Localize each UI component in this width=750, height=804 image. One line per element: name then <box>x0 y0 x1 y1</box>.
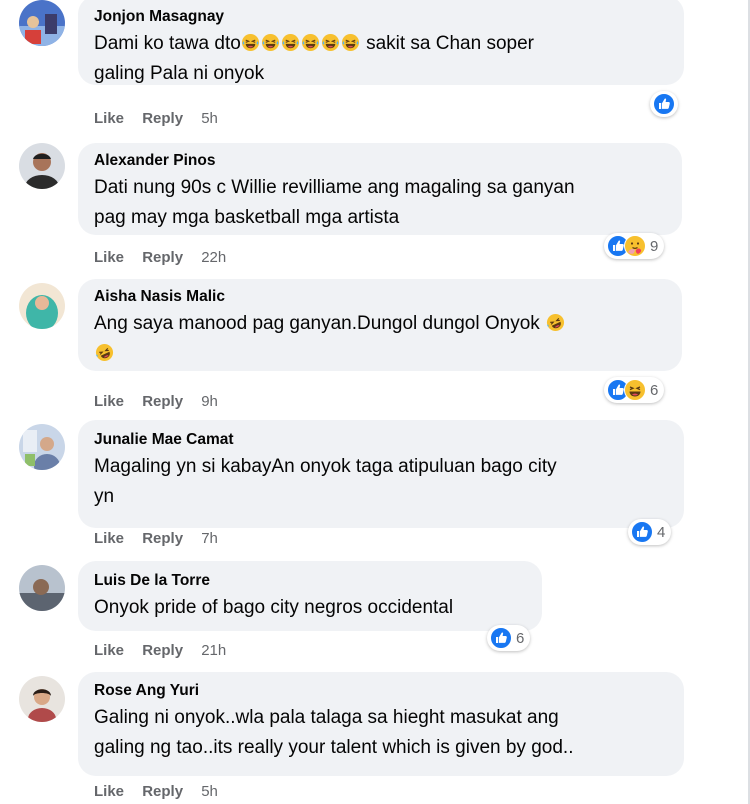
comment-author[interactable]: Luis De la Torre <box>94 571 528 591</box>
reply-button[interactable]: Reply <box>142 642 183 659</box>
comment-actions: Like Reply 22h <box>94 249 240 266</box>
comment-timestamp[interactable]: 9h <box>201 393 218 410</box>
comment-text: Dati nung 90s c Willie revilliame ang ma… <box>94 177 575 228</box>
haha-reaction-icon <box>624 379 646 401</box>
like-reaction-icon <box>490 627 512 649</box>
avatar[interactable] <box>19 143 65 189</box>
comment-actions: Like Reply 5h <box>94 783 232 800</box>
care-reaction-icon <box>624 235 646 257</box>
comment-actions: Like Reply 21h <box>94 642 240 659</box>
reaction-summary[interactable] <box>650 91 678 117</box>
reply-button[interactable]: Reply <box>142 783 183 800</box>
rolling-laughing-emoji-icon <box>546 313 565 332</box>
reply-button[interactable]: Reply <box>142 110 183 127</box>
laughing-emoji-icon <box>281 33 300 52</box>
reaction-count: 9 <box>650 237 659 255</box>
comment-text: Onyok pride of bago city negros occident… <box>94 597 454 618</box>
comment-timestamp[interactable]: 7h <box>201 530 218 547</box>
avatar[interactable] <box>19 676 65 722</box>
laughing-emoji-icon <box>341 33 360 52</box>
comment-timestamp[interactable]: 22h <box>201 249 226 266</box>
like-button[interactable]: Like <box>94 249 124 266</box>
comment-text: Ang saya manood pag ganyan.Dungol dungol… <box>94 309 668 369</box>
comment-author[interactable]: Rose Ang Yuri <box>94 681 670 701</box>
like-button[interactable]: Like <box>94 393 124 410</box>
comment-actions: Like Reply 5h <box>94 110 232 127</box>
avatar[interactable] <box>19 565 65 611</box>
comment-author[interactable]: Alexander Pinos <box>94 151 668 171</box>
reaction-summary[interactable]: 6 <box>604 377 665 403</box>
comment-bubble: Luis De la Torre Onyok pride of bago cit… <box>78 561 542 631</box>
comment-actions: Like Reply 7h <box>94 530 232 547</box>
avatar[interactable] <box>19 0 65 46</box>
comment-bubble: Junalie Mae Camat Magaling yn si kabayAn… <box>78 420 684 528</box>
laughing-emoji-icon <box>261 33 280 52</box>
laughing-emoji-icon <box>301 33 320 52</box>
reaction-summary[interactable]: 6 <box>487 625 531 651</box>
comment-author[interactable]: Jonjon Masagnay <box>94 7 670 27</box>
reaction-summary[interactable]: 9 <box>604 233 665 259</box>
comment-bubble: Rose Ang Yuri Galing ni onyok..wla pala … <box>78 672 684 776</box>
reaction-count: 4 <box>657 523 666 541</box>
like-button[interactable]: Like <box>94 783 124 800</box>
comment-text: Dami ko tawa dto sakit sa Chan soper gal… <box>94 33 534 84</box>
comment-actions: Like Reply 9h <box>94 393 232 410</box>
comment-text: Magaling yn si kabayAn onyok taga atipul… <box>94 456 557 507</box>
comment-timestamp[interactable]: 5h <box>201 110 218 127</box>
comment-timestamp[interactable]: 5h <box>201 783 218 800</box>
reply-button[interactable]: Reply <box>142 393 183 410</box>
reply-button[interactable]: Reply <box>142 249 183 266</box>
like-reaction-icon <box>631 521 653 543</box>
comment-author[interactable]: Aisha Nasis Malic <box>94 287 668 307</box>
like-button[interactable]: Like <box>94 642 124 659</box>
comment-bubble: Jonjon Masagnay Dami ko tawa dto sakit s… <box>78 0 684 85</box>
reply-button[interactable]: Reply <box>142 530 183 547</box>
comment-timestamp[interactable]: 21h <box>201 642 226 659</box>
like-button[interactable]: Like <box>94 110 124 127</box>
reaction-summary[interactable]: 4 <box>628 519 672 545</box>
laughing-emoji-icon <box>321 33 340 52</box>
comment-bubble: Alexander Pinos Dati nung 90s c Willie r… <box>78 143 682 235</box>
reaction-count: 6 <box>516 629 525 647</box>
like-reaction-icon <box>653 93 675 115</box>
avatar[interactable] <box>19 283 65 329</box>
comment-text: Galing ni onyok..wla pala talaga sa hieg… <box>94 707 574 758</box>
avatar[interactable] <box>19 424 65 470</box>
reaction-count: 6 <box>650 381 659 399</box>
rolling-laughing-emoji-icon <box>95 343 114 362</box>
like-button[interactable]: Like <box>94 530 124 547</box>
comment-author[interactable]: Junalie Mae Camat <box>94 430 670 450</box>
laughing-emoji-icon <box>241 33 260 52</box>
comment-bubble: Aisha Nasis Malic Ang saya manood pag ga… <box>78 279 682 371</box>
